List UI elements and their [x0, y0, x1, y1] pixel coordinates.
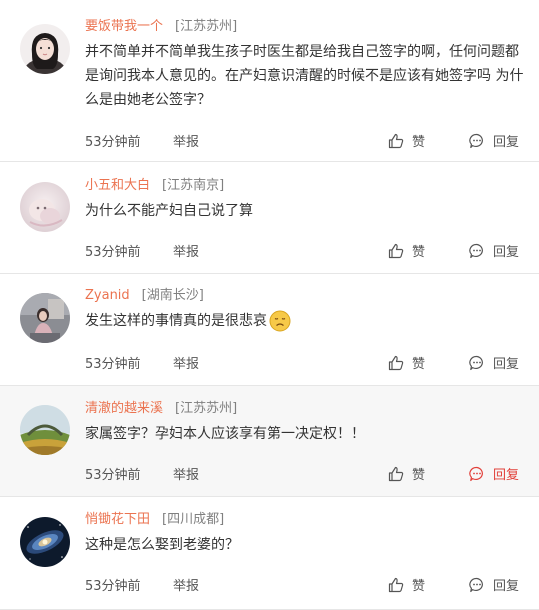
like-label: 赞 [412, 135, 426, 150]
speech-bubble-icon [469, 133, 485, 149]
reply-label: 回复 [493, 245, 520, 260]
comment-text: 并不简单并不简单我生孩子时医生都是给我自己签字的啊，任何问题都是询问我本人意见的… [85, 44, 524, 108]
username-link[interactable]: 清澈的越来溪 [85, 401, 163, 416]
comment-list: 要饭带我一个 [江苏苏州] 并不简单并不简单我生孩子时医生都是给我自己签字的啊，任… [0, 0, 539, 610]
reply-button[interactable]: 回复 [469, 355, 519, 375]
thumbs-up-icon [388, 355, 404, 371]
avatar[interactable] [20, 24, 70, 74]
username-link[interactable]: Zyanid [85, 288, 130, 303]
sad-face-emoji-icon [269, 310, 291, 332]
comment-text: 为什么不能产妇自己说了算 [85, 203, 253, 219]
avatar[interactable] [20, 293, 70, 343]
avatar[interactable] [20, 405, 70, 455]
thumbs-up-icon [388, 466, 404, 482]
avatar[interactable] [20, 182, 70, 232]
comment-time: 53分钟前 [85, 357, 141, 372]
location-label: [江苏南京] [162, 178, 225, 193]
location-label: [江苏苏州] [175, 19, 238, 34]
thumbs-up-icon [388, 133, 404, 149]
speech-bubble-icon [469, 577, 485, 593]
reply-button[interactable]: 回复 [469, 577, 519, 597]
comment-item: 小五和大白 [江苏南京] 为什么不能产妇自己说了算 53分钟前 举报 赞 回复 [0, 162, 539, 274]
comment-time: 53分钟前 [85, 579, 141, 594]
like-label: 赞 [412, 245, 426, 260]
reply-button[interactable]: 回复 [469, 243, 519, 263]
speech-bubble-icon [469, 243, 485, 259]
report-link[interactable]: 举报 [173, 243, 199, 263]
thumbs-up-icon [388, 243, 404, 259]
speech-bubble-icon [469, 466, 485, 482]
comment-text: 发生这样的事情真的是很悲哀 [85, 309, 525, 333]
like-button[interactable]: 赞 [388, 466, 425, 486]
reply-label: 回复 [493, 357, 520, 372]
comment-time: 53分钟前 [85, 245, 141, 260]
like-label: 赞 [412, 579, 426, 594]
comment-item: 要饭带我一个 [江苏苏州] 并不简单并不简单我生孩子时医生都是给我自己签字的啊，任… [0, 0, 539, 162]
like-label: 赞 [412, 357, 426, 372]
avatar[interactable] [20, 517, 70, 567]
comment-text: 家属签字？孕妇本人应该享有第一决定权！！ [85, 426, 365, 442]
report-link[interactable]: 举报 [173, 355, 199, 375]
reply-label: 回复 [493, 579, 520, 594]
like-button[interactable]: 赞 [388, 355, 425, 375]
comment-text-content: 发生这样的事情真的是很悲哀 [85, 313, 267, 329]
like-label: 赞 [412, 468, 426, 483]
like-button[interactable]: 赞 [388, 577, 425, 597]
report-link[interactable]: 举报 [173, 133, 199, 153]
username-link[interactable]: 悄锄花下田 [85, 512, 150, 527]
comment-item: 悄锄花下田 [四川成都] 这种是怎么娶到老婆的？ 53分钟前 举报 赞 回复 [0, 497, 539, 610]
location-label: [湖南长沙] [141, 288, 204, 303]
reply-label: 回复 [493, 468, 520, 483]
thumbs-up-icon [388, 577, 404, 593]
comment-item: 清澈的越来溪 [江苏苏州] 家属签字？孕妇本人应该享有第一决定权！！ 53分钟前 … [0, 386, 539, 497]
report-link[interactable]: 举报 [173, 577, 199, 597]
like-button[interactable]: 赞 [388, 133, 425, 153]
speech-bubble-icon [469, 355, 485, 371]
comment-time: 53分钟前 [85, 135, 141, 150]
comment-time: 53分钟前 [85, 468, 141, 483]
comment-item: Zyanid [湖南长沙] 发生这样的事情真的是很悲哀 53分钟前 举报 赞 回复 [0, 274, 539, 386]
username-link[interactable]: 要饭带我一个 [85, 19, 163, 34]
location-label: [江苏苏州] [175, 401, 238, 416]
report-link[interactable]: 举报 [173, 466, 199, 486]
reply-label: 回复 [493, 135, 520, 150]
reply-button[interactable]: 回复 [469, 133, 519, 153]
reply-button[interactable]: 回复 [469, 466, 519, 486]
comment-text: 这种是怎么娶到老婆的？ [85, 537, 239, 553]
location-label: [四川成都] [162, 512, 225, 527]
username-link[interactable]: 小五和大白 [85, 178, 150, 193]
like-button[interactable]: 赞 [388, 243, 425, 263]
